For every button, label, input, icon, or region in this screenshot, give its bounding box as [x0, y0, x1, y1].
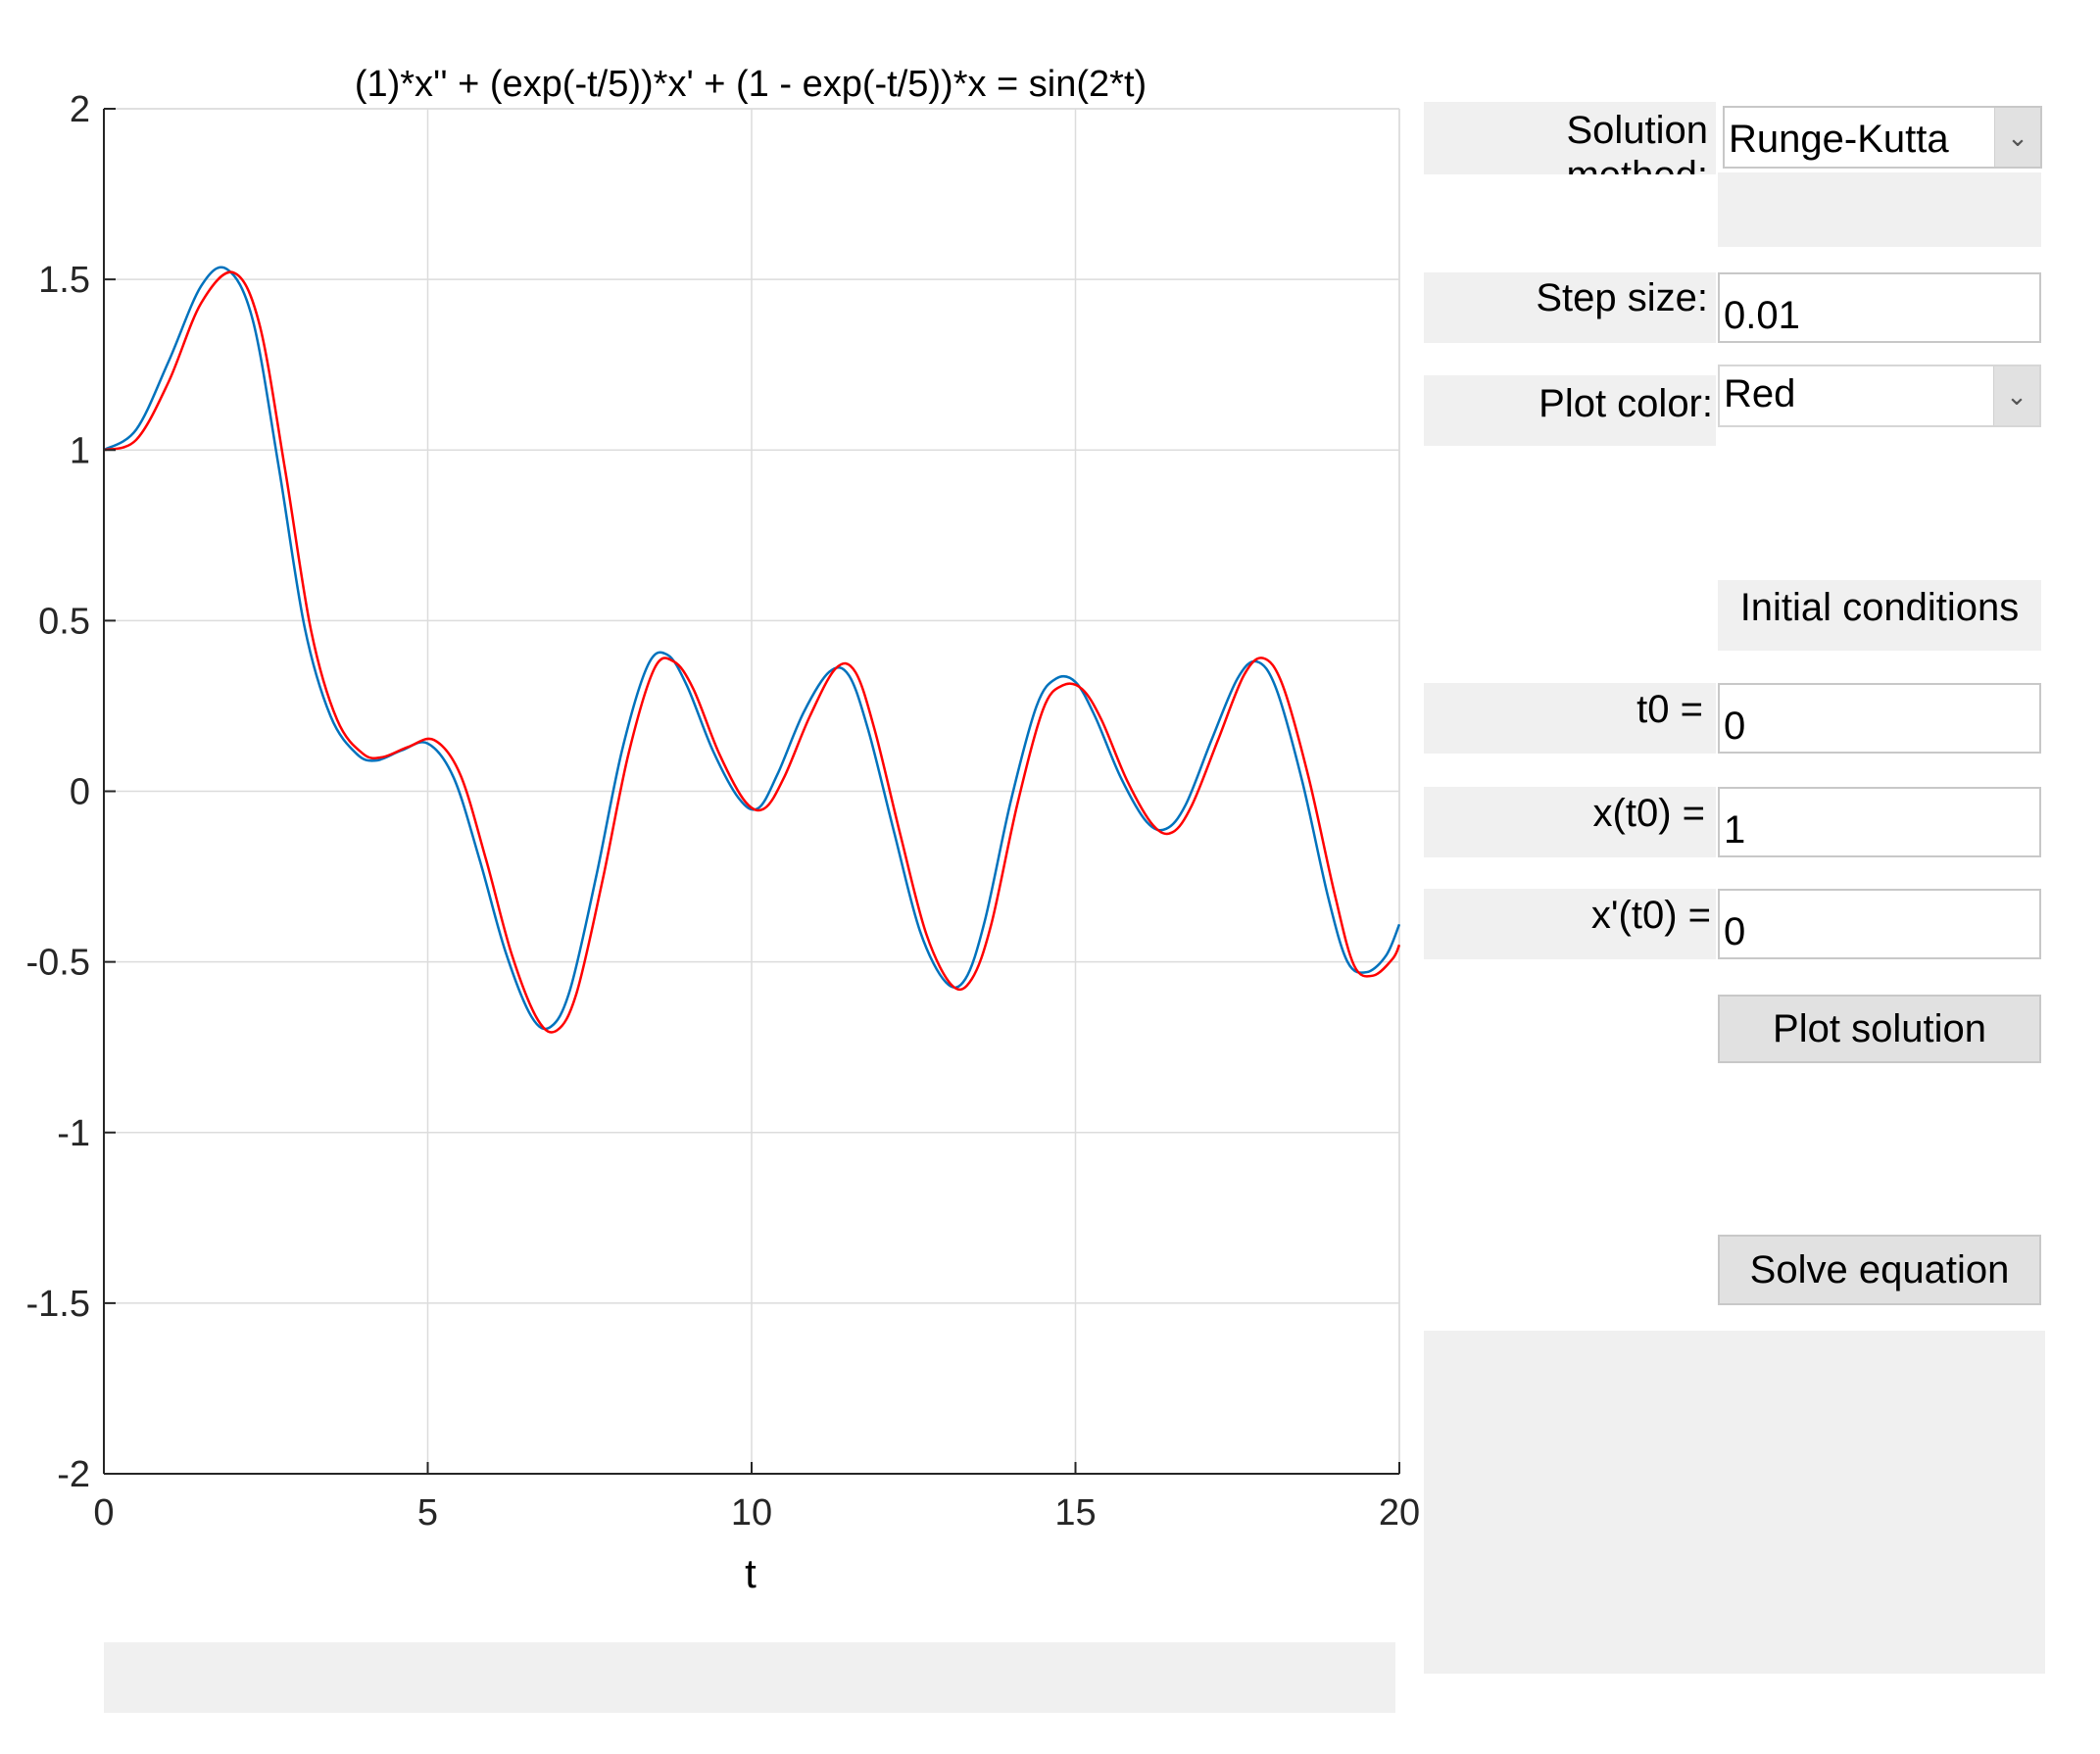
solution-method-value: Runge-Kutta	[1729, 118, 1949, 161]
xp-t0-value: 0	[1724, 910, 1746, 953]
y-tick-label: 1.5	[38, 260, 90, 301]
x-tick-label: 10	[731, 1492, 772, 1534]
y-tick-label: 0.5	[38, 601, 90, 642]
t0-label: t0 =	[1636, 688, 1703, 731]
x-tick-label: 0	[93, 1492, 114, 1534]
plot-grid	[103, 108, 1400, 1475]
solution-method-dropdown[interactable]: Runge-Kutta ⌄	[1723, 106, 2042, 169]
solution-method-aux-panel	[1718, 172, 2041, 247]
x-t0-input[interactable]: 1	[1718, 787, 2041, 857]
x-t0-value: 1	[1724, 808, 1746, 852]
xp-t0-label: x'(t0) =	[1590, 894, 1711, 937]
y-tick-label: -0.5	[26, 943, 90, 984]
plot-ticks: 0 5 10 15 20 2 1.5 1 0.5 0 -0.5 -1 -1.5 -2	[26, 89, 1421, 1534]
x-tick-label: 20	[1379, 1492, 1420, 1534]
x-tick-label: 15	[1054, 1492, 1096, 1534]
step-size-label: Step size:	[1536, 276, 1708, 319]
t0-value: 0	[1724, 705, 1746, 748]
solve-equation-button[interactable]: Solve equation	[1718, 1235, 2041, 1305]
x-tick-label: 5	[417, 1492, 438, 1534]
chevron-down-icon[interactable]: ⌄	[1994, 108, 2040, 167]
plot-solution-button[interactable]: Plot solution	[1718, 995, 2041, 1063]
output-panel	[1424, 1331, 2045, 1674]
y-tick-label: -2	[57, 1454, 90, 1495]
step-size-value: 0.01	[1724, 294, 1800, 337]
solution-method-label: Solution method:	[1566, 109, 1708, 174]
x-t0-label: x(t0) =	[1592, 792, 1705, 835]
x-axis-label: t	[745, 1550, 757, 1596]
y-tick-label: 0	[70, 772, 90, 813]
plot-solution-button-label: Plot solution	[1773, 1006, 1986, 1050]
t0-input[interactable]: 0	[1718, 683, 2041, 754]
step-size-input[interactable]: 0.01	[1718, 272, 2041, 343]
chart-title: (1)*x'' + (exp(-t/5))*x' + (1 - exp(-t/5…	[355, 64, 1147, 105]
plot-color-label: Plot color:	[1538, 382, 1713, 425]
solution-method-label-clip: Solution method:	[1424, 102, 1716, 174]
y-tick-label: 1	[70, 430, 90, 471]
y-tick-label: -1.5	[26, 1284, 90, 1325]
y-tick-label: -1	[57, 1113, 90, 1154]
initial-conditions-label: Initial conditions	[1739, 586, 2020, 629]
solve-equation-button-label: Solve equation	[1749, 1247, 2010, 1291]
plot-footer-panel	[104, 1642, 1395, 1713]
plot-color-dropdown[interactable]: Red ⌄	[1718, 365, 2041, 427]
y-tick-label: 2	[70, 89, 90, 130]
chevron-down-icon[interactable]: ⌄	[1993, 366, 2039, 425]
xp-t0-input[interactable]: 0	[1718, 889, 2041, 959]
plot-color-value: Red	[1724, 372, 1796, 415]
